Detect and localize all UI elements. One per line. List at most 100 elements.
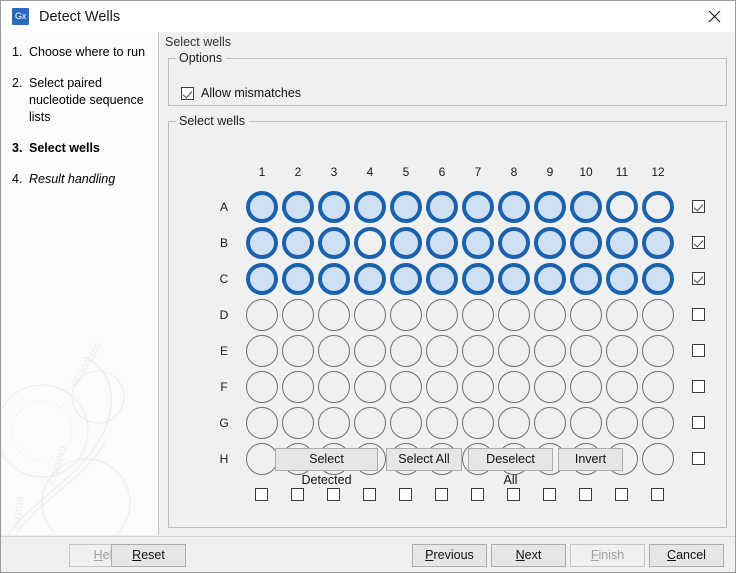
well-B11[interactable] [606,227,638,259]
column-select-checkbox-5[interactable] [399,488,412,501]
select-all-button[interactable]: Select All [386,448,462,471]
well-D4[interactable] [354,299,386,331]
well-H12[interactable] [642,443,674,475]
well-F12[interactable] [642,371,674,403]
column-select-checkbox-7[interactable] [471,488,484,501]
close-icon[interactable] [691,1,735,31]
well-G9[interactable] [534,407,566,439]
well-A11[interactable] [606,191,638,223]
reset-button[interactable]: Reset [111,544,186,567]
well-F6[interactable] [426,371,458,403]
well-F7[interactable] [462,371,494,403]
well-B12[interactable] [642,227,674,259]
allow-mismatches-checkbox[interactable] [181,86,194,100]
well-C6[interactable] [426,263,458,295]
deselect-all-button[interactable]: Deselect All [468,448,553,487]
well-A4[interactable] [354,191,386,223]
well-G1[interactable] [246,407,278,439]
row-select-checkbox-A[interactable] [692,200,705,213]
sidebar-step-4[interactable]: 4. Result handling [2,171,158,188]
well-C10[interactable] [570,263,602,295]
well-A6[interactable] [426,191,458,223]
well-G3[interactable] [318,407,350,439]
well-B5[interactable] [390,227,422,259]
well-A8[interactable] [498,191,530,223]
row-select-checkbox-E[interactable] [692,344,705,357]
row-select-checkbox-B[interactable] [692,236,705,249]
well-D5[interactable] [390,299,422,331]
row-select-checkbox-F[interactable] [692,380,705,393]
well-F8[interactable] [498,371,530,403]
row-select-checkbox-C[interactable] [692,272,705,285]
well-E7[interactable] [462,335,494,367]
well-A7[interactable] [462,191,494,223]
well-A12[interactable] [642,191,674,223]
row-select-checkbox-G[interactable] [692,416,705,429]
well-C8[interactable] [498,263,530,295]
column-select-checkbox-1[interactable] [255,488,268,501]
well-F5[interactable] [390,371,422,403]
allow-mismatches-row[interactable]: Allow mismatches [181,86,301,100]
well-D8[interactable] [498,299,530,331]
well-E9[interactable] [534,335,566,367]
well-G6[interactable] [426,407,458,439]
well-D12[interactable] [642,299,674,331]
well-C12[interactable] [642,263,674,295]
sidebar-step-1[interactable]: 1. Choose where to run [2,44,158,61]
well-E1[interactable] [246,335,278,367]
well-E5[interactable] [390,335,422,367]
well-A2[interactable] [282,191,314,223]
well-F3[interactable] [318,371,350,403]
well-C4[interactable] [354,263,386,295]
well-B7[interactable] [462,227,494,259]
well-D7[interactable] [462,299,494,331]
well-B9[interactable] [534,227,566,259]
well-G12[interactable] [642,407,674,439]
well-C5[interactable] [390,263,422,295]
well-F4[interactable] [354,371,386,403]
well-E2[interactable] [282,335,314,367]
well-D2[interactable] [282,299,314,331]
well-C2[interactable] [282,263,314,295]
well-D10[interactable] [570,299,602,331]
well-A1[interactable] [246,191,278,223]
sidebar-step-3[interactable]: 3. Select wells [2,140,158,157]
well-A5[interactable] [390,191,422,223]
well-G2[interactable] [282,407,314,439]
column-select-checkbox-6[interactable] [435,488,448,501]
well-E6[interactable] [426,335,458,367]
well-E11[interactable] [606,335,638,367]
well-D3[interactable] [318,299,350,331]
cancel-button[interactable]: Cancel [649,544,724,567]
well-G11[interactable] [606,407,638,439]
well-C11[interactable] [606,263,638,295]
column-select-checkbox-9[interactable] [543,488,556,501]
select-detected-button[interactable]: Select Detected [275,448,378,487]
well-B3[interactable] [318,227,350,259]
well-E12[interactable] [642,335,674,367]
column-select-checkbox-4[interactable] [363,488,376,501]
column-select-checkbox-11[interactable] [615,488,628,501]
well-B4[interactable] [354,227,386,259]
well-B8[interactable] [498,227,530,259]
well-E3[interactable] [318,335,350,367]
well-C7[interactable] [462,263,494,295]
well-D11[interactable] [606,299,638,331]
well-C9[interactable] [534,263,566,295]
well-D6[interactable] [426,299,458,331]
well-F1[interactable] [246,371,278,403]
well-E8[interactable] [498,335,530,367]
well-B10[interactable] [570,227,602,259]
well-E10[interactable] [570,335,602,367]
next-button[interactable]: Next [491,544,566,567]
invert-button[interactable]: Invert [558,448,623,471]
well-D9[interactable] [534,299,566,331]
well-B1[interactable] [246,227,278,259]
well-G7[interactable] [462,407,494,439]
well-E4[interactable] [354,335,386,367]
well-C3[interactable] [318,263,350,295]
column-select-checkbox-10[interactable] [579,488,592,501]
well-D1[interactable] [246,299,278,331]
well-F9[interactable] [534,371,566,403]
row-select-checkbox-H[interactable] [692,452,705,465]
